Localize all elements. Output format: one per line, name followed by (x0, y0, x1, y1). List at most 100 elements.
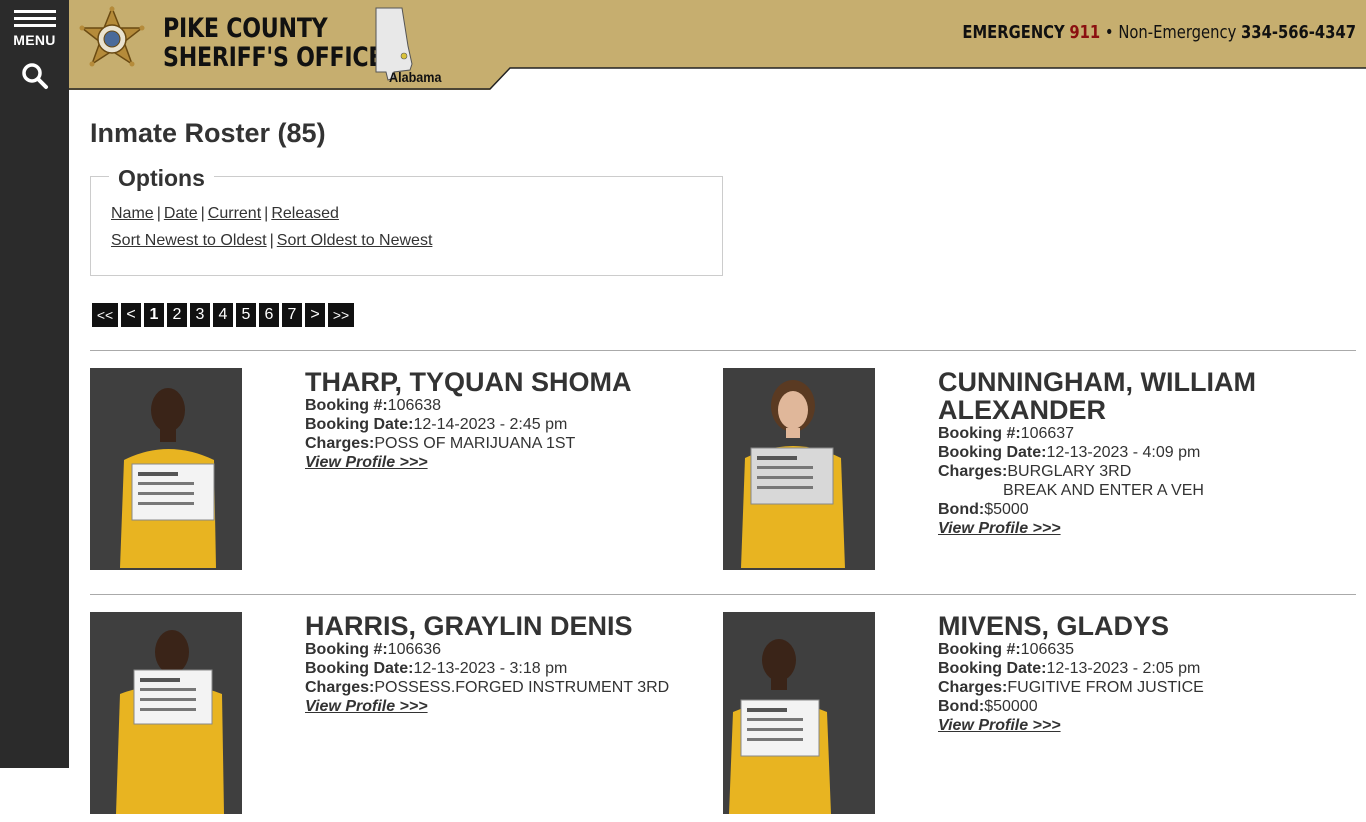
inmate-name[interactable]: CUNNINGHAM, WILLIAM ALEXANDER (938, 368, 1348, 424)
non-emergency-label: Non-Emergency (1118, 22, 1237, 43)
charges-row: Charges:BURGLARY 3RD (938, 462, 1348, 481)
hamburger-icon-bar (13, 24, 56, 27)
filter-released-link[interactable]: Released (271, 205, 339, 222)
charge: BURGLARY 3RD (1007, 463, 1132, 480)
booking-label: Booking #: (938, 425, 1021, 442)
bond-row: Bond:$5000 (938, 500, 1348, 519)
charges-row: Charges:POSS OF MARIJUANA 1ST (305, 434, 715, 453)
inmate-photo[interactable] (90, 368, 242, 570)
filter-current-link[interactable]: Current (208, 205, 261, 222)
site-header: PIKE COUNTY SHERIFF'S OFFICE Alabama EME… (69, 0, 1366, 90)
page-next-button[interactable]: > (305, 303, 325, 327)
bond-row: Bond:$50000 (938, 697, 1348, 716)
booking-number: 106635 (1020, 641, 1075, 658)
charges-label: Charges: (938, 463, 1008, 480)
charge: POSSESS.FORGED INSTRUMENT 3RD (374, 679, 670, 696)
search-icon (21, 63, 48, 89)
sheriff-badge-logo (79, 6, 145, 67)
link-divider: | (269, 232, 274, 249)
menu-label: MENU (13, 32, 56, 48)
non-emergency-number[interactable]: 334-566-4347 (1241, 22, 1356, 43)
bond-amount: $5000 (984, 501, 1029, 518)
booking-number-row: Booking #:106636 (305, 640, 715, 659)
search-button[interactable] (0, 58, 69, 94)
page-1-button[interactable]: 1 (144, 303, 164, 327)
sort-oldest-link[interactable]: Sort Oldest to Newest (277, 232, 433, 249)
inmate-info: HARRIS, GRAYLIN DENIS Booking #:106636 B… (305, 612, 715, 716)
contact-numbers: EMERGENCY 911 • Non-Emergency 334-566-43… (962, 22, 1356, 43)
booking-label: Booking #: (305, 641, 388, 658)
booking-date-label: Booking Date: (305, 416, 414, 433)
booking-number: 106638 (387, 397, 442, 414)
charges-label: Charges: (938, 679, 1008, 696)
charges-label: Charges: (305, 679, 375, 696)
inmate-name[interactable]: HARRIS, GRAYLIN DENIS (305, 612, 715, 640)
charge: BREAK AND ENTER A VEH (1003, 482, 1204, 499)
inmate-name[interactable]: THARP, TYQUAN SHOMA (305, 368, 715, 396)
view-profile-link[interactable]: View Profile >>> (938, 520, 1061, 538)
page-6-button[interactable]: 6 (259, 303, 279, 327)
page-prev-button[interactable]: < (121, 303, 141, 327)
booking-date: 12-13-2023 - 4:09 pm (1046, 444, 1201, 461)
org-name[interactable]: PIKE COUNTY SHERIFF'S OFFICE (163, 13, 384, 73)
booking-date-row: Booking Date:12-13-2023 - 4:09 pm (938, 443, 1348, 462)
inmate-info: THARP, TYQUAN SHOMA Booking #:106638 Boo… (305, 368, 715, 472)
page-2-button[interactable]: 2 (167, 303, 187, 327)
view-profile-link[interactable]: View Profile >>> (938, 717, 1061, 735)
bond-label: Bond: (938, 501, 985, 518)
hamburger-icon-bar (13, 17, 56, 20)
inmate-photo[interactable] (90, 612, 242, 814)
charges-label: Charges: (305, 435, 375, 452)
org-name-line2: SHERIFF'S OFFICE (163, 42, 384, 73)
booking-date-label: Booking Date: (305, 660, 414, 677)
options-panel: Options Name | Date | Current | Released Sort … (90, 165, 723, 276)
inmate-info: MIVENS, GLADYS Booking #:106635 Booking … (938, 612, 1348, 735)
inmate-card: CUNNINGHAM, WILLIAM ALEXANDER Booking #:… (723, 368, 1356, 578)
sort-newest-link[interactable]: Sort Newest to Oldest (111, 232, 267, 249)
state-label: Alabama (389, 69, 442, 85)
filter-links: Name | Date | Current | Released (111, 205, 339, 223)
row-divider (90, 350, 1356, 351)
page-last-button[interactable]: >> (328, 303, 354, 327)
view-profile-link[interactable]: View Profile >>> (305, 698, 428, 716)
booking-date-label: Booking Date: (938, 660, 1047, 677)
booking-label: Booking #: (938, 641, 1021, 658)
booking-date: 12-13-2023 - 3:18 pm (413, 660, 568, 677)
link-divider: | (200, 205, 205, 222)
booking-date-row: Booking Date:12-13-2023 - 3:18 pm (305, 659, 715, 678)
contact-separator: • (1104, 22, 1114, 43)
charge: FUGITIVE FROM JUSTICE (1007, 679, 1204, 696)
page-5-button[interactable]: 5 (236, 303, 256, 327)
link-divider: | (264, 205, 269, 222)
inmate-photo[interactable] (723, 612, 875, 814)
pagination: << < 1 2 3 4 5 6 7 > >> (92, 303, 357, 327)
charges-row: Charges:FUGITIVE FROM JUSTICE (938, 678, 1348, 697)
booking-number-row: Booking #:106638 (305, 396, 715, 415)
org-name-line1: PIKE COUNTY (163, 13, 328, 44)
booking-date: 12-13-2023 - 2:05 pm (1046, 660, 1201, 677)
filter-name-link[interactable]: Name (111, 205, 154, 222)
booking-date-row: Booking Date:12-13-2023 - 2:05 pm (938, 659, 1348, 678)
inmate-name[interactable]: MIVENS, GLADYS (938, 612, 1348, 640)
page-title: Inmate Roster (85) (90, 118, 326, 148)
menu-button[interactable]: MENU (0, 0, 69, 56)
options-legend: Options (109, 165, 214, 192)
booking-date-row: Booking Date:12-14-2023 - 2:45 pm (305, 415, 715, 434)
booking-number-row: Booking #:106635 (938, 640, 1348, 659)
page-3-button[interactable]: 3 (190, 303, 210, 327)
page-7-button[interactable]: 7 (282, 303, 302, 327)
bond-label: Bond: (938, 698, 985, 715)
bond-amount: $50000 (984, 698, 1038, 715)
inmate-card: HARRIS, GRAYLIN DENIS Booking #:106636 B… (90, 612, 723, 822)
emergency-number[interactable]: 911 (1069, 22, 1100, 43)
view-profile-link[interactable]: View Profile >>> (305, 454, 428, 472)
inmate-card: MIVENS, GLADYS Booking #:106635 Booking … (723, 612, 1356, 822)
page-4-button[interactable]: 4 (213, 303, 233, 327)
link-divider: | (156, 205, 161, 222)
filter-date-link[interactable]: Date (164, 205, 198, 222)
booking-date-label: Booking Date: (938, 444, 1047, 461)
page-first-button[interactable]: << (92, 303, 118, 327)
inmate-photo[interactable] (723, 368, 875, 570)
sidebar: MENU (0, 0, 69, 768)
booking-number: 106637 (1020, 425, 1075, 442)
